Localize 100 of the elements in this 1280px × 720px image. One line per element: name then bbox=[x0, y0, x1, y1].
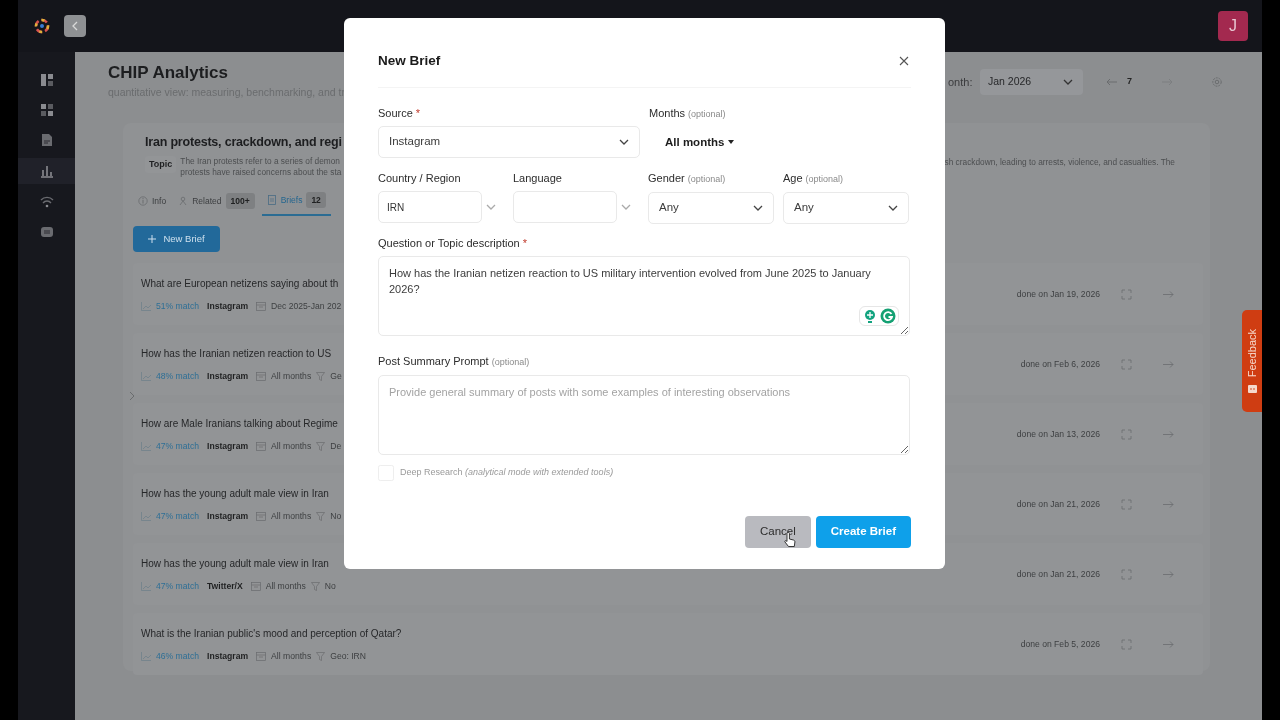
age-select[interactable]: Any bbox=[783, 192, 909, 224]
tab[interactable]: Briefs 12 bbox=[261, 189, 331, 217]
expand-icon bbox=[1120, 568, 1132, 580]
months-text: All months bbox=[271, 369, 312, 383]
filter-icon bbox=[316, 371, 326, 381]
field-label: Post Summary Prompt bbox=[378, 354, 489, 368]
expand-icon bbox=[1120, 428, 1132, 440]
user-avatar[interactable]: J bbox=[1218, 11, 1248, 41]
months-dropdown[interactable]: All months bbox=[649, 127, 735, 159]
new-brief-button[interactable]: New Brief bbox=[133, 226, 220, 253]
count-badge: 12 bbox=[306, 191, 326, 209]
arrow-right-icon bbox=[1162, 500, 1174, 508]
filter-text: No bbox=[324, 579, 336, 593]
calendar-icon bbox=[256, 651, 267, 661]
chevron-down-icon[interactable] bbox=[486, 204, 496, 210]
create-brief-button[interactable]: Create Brief bbox=[815, 516, 911, 548]
expand-icon bbox=[1120, 358, 1132, 370]
calendar-icon bbox=[250, 581, 261, 591]
brief-title: What is the Iranian public's mood and perception of Qatar? bbox=[141, 626, 402, 641]
summary-field[interactable]: Provide general summary of posts with some examples of interesting observations bbox=[378, 375, 910, 455]
done-date: done on Feb 6, 2026 bbox=[1019, 357, 1100, 371]
calendar-icon bbox=[256, 301, 267, 311]
match-score: 47% match bbox=[156, 509, 199, 523]
months-text: Dec 2025-Jan 202 bbox=[271, 299, 342, 313]
source-select[interactable]: Instagram bbox=[378, 126, 640, 158]
months-text: All months bbox=[271, 649, 312, 663]
trend-chart-icon bbox=[141, 511, 151, 521]
filter-icon bbox=[316, 511, 326, 521]
field-label: Gender bbox=[648, 171, 685, 185]
grid-icon bbox=[39, 103, 54, 117]
arrow-right-icon bbox=[1162, 640, 1174, 648]
message-icon bbox=[39, 225, 54, 239]
brief-title: How are Male Iranians talking about Regime bbox=[141, 416, 339, 431]
arrow-right-icon bbox=[1162, 360, 1174, 368]
arrow-right-icon bbox=[1162, 570, 1174, 578]
page-title: CHIP Analytics bbox=[108, 62, 229, 84]
source-tag: Instagram bbox=[207, 509, 249, 523]
filter-text: De bbox=[330, 439, 342, 453]
feedback-tab[interactable]: Feedback bbox=[1242, 310, 1262, 412]
trend-chart-icon bbox=[141, 301, 151, 311]
arrow-left-icon bbox=[1106, 78, 1118, 86]
cancel-button[interactable]: Cancel bbox=[745, 516, 811, 548]
month-label: onth: bbox=[948, 74, 974, 90]
optional-hint: (optional) bbox=[687, 173, 726, 186]
done-date: done on Jan 21, 2026 bbox=[1015, 567, 1100, 581]
filter-icon bbox=[316, 441, 326, 451]
arrow-right-icon bbox=[1162, 290, 1174, 298]
dialog-title: New Brief bbox=[378, 52, 441, 71]
topic-title: Iran protests, crackdown, and regi bbox=[145, 133, 342, 151]
month-select[interactable]: Jan 2026 bbox=[980, 69, 1083, 95]
months-text: All months bbox=[271, 509, 312, 523]
field-label: Age bbox=[783, 171, 803, 185]
chevron-down-icon bbox=[888, 205, 898, 211]
source-tag: Instagram bbox=[207, 649, 249, 663]
chevron-right-icon[interactable] bbox=[129, 390, 135, 401]
filter-text: No bbox=[330, 509, 342, 523]
field-label: Language bbox=[513, 171, 562, 185]
sidebar-item[interactable] bbox=[18, 158, 75, 184]
checkbox-label: Deep Research (analytical mode with extended tools) bbox=[400, 466, 614, 480]
source-tag: Instagram bbox=[207, 369, 249, 383]
months-text: All months bbox=[265, 579, 306, 593]
gender-select[interactable]: Any bbox=[648, 192, 774, 224]
feedback-icon bbox=[1247, 383, 1257, 393]
calendar-icon bbox=[256, 371, 267, 381]
settings-icon bbox=[1211, 76, 1223, 88]
source-tag: Instagram bbox=[207, 299, 249, 313]
trend-chart-icon bbox=[141, 651, 151, 661]
match-score: 47% match bbox=[156, 439, 199, 453]
done-date: done on Jan 21, 2026 bbox=[1015, 497, 1100, 511]
chevron-down-icon[interactable] bbox=[621, 204, 631, 210]
bar-chart-icon bbox=[39, 164, 54, 178]
done-date: done on Feb 5, 2026 bbox=[1019, 637, 1100, 651]
country-select[interactable]: IRN bbox=[378, 191, 482, 223]
collapse-button[interactable] bbox=[64, 15, 86, 37]
chevron-down-icon bbox=[753, 205, 763, 211]
brief-title: How has the young adult male view in Iran bbox=[141, 486, 330, 501]
tab[interactable]: Related 100+ bbox=[173, 189, 260, 217]
required-mark: * bbox=[522, 236, 527, 250]
expand-icon bbox=[1120, 498, 1132, 510]
close-button[interactable] bbox=[899, 55, 911, 68]
count-badge: 100+ bbox=[225, 192, 255, 210]
wifi-icon bbox=[39, 195, 54, 209]
match-score: 51% match bbox=[156, 299, 199, 313]
page-number: 7 bbox=[1127, 75, 1132, 89]
brief-title: How has the young adult male view in Iran bbox=[141, 556, 330, 571]
logo-icon bbox=[34, 18, 50, 34]
person-icon bbox=[178, 195, 189, 206]
tab[interactable]: Info bbox=[133, 189, 172, 217]
source-tag: Instagram bbox=[207, 439, 249, 453]
match-score: 48% match bbox=[156, 369, 199, 383]
filter-text: Ge bbox=[330, 369, 342, 383]
optional-hint: (optional) bbox=[491, 356, 530, 369]
question-field[interactable]: How has the Iranian netizen reaction to US military intervention evolved from June 2025 to January 2026? bbox=[378, 256, 910, 336]
calendar-icon bbox=[256, 441, 267, 451]
brief-title: How has the Iranian netizen reaction to US bbox=[141, 346, 333, 361]
field-label: Question or Topic description bbox=[378, 236, 520, 250]
expand-icon bbox=[1120, 638, 1132, 650]
required-mark: * bbox=[415, 106, 421, 120]
source-tag: Twitter/X bbox=[207, 579, 243, 593]
months-text: All months bbox=[271, 439, 312, 453]
